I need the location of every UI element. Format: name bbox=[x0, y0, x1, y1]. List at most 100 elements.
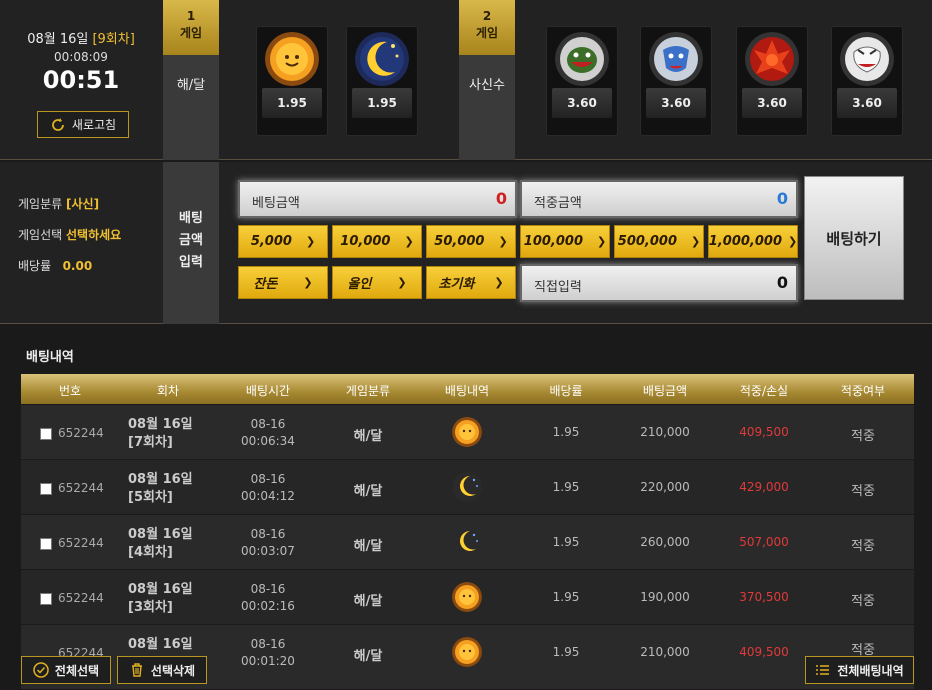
chip-label: 잔돈 bbox=[253, 277, 278, 292]
row-result: 409,500 bbox=[739, 425, 789, 439]
select-all-button[interactable]: 전체선택 bbox=[21, 656, 111, 684]
chip-1000000[interactable]: 1,000,000 ❯ bbox=[708, 225, 798, 258]
row-checkbox[interactable] bbox=[40, 428, 52, 440]
bet-input-column: 배팅 금액 입력 bbox=[163, 162, 219, 324]
row-round: 08월 16일 [5회차] bbox=[128, 471, 193, 507]
delete-selected-label: 선택삭제 bbox=[150, 663, 196, 678]
row-category: 해/달 bbox=[353, 429, 383, 444]
bet-input-label: 배팅 금액 입력 bbox=[163, 208, 219, 274]
game-header: 08월 16일 [9회차] 00:08:09 00:51 새로고침 1 게임 해/… bbox=[0, 0, 932, 160]
row-odds: 1.95 bbox=[552, 590, 580, 604]
all-in-button[interactable]: 올인 ❯ bbox=[332, 266, 422, 299]
chip-5000[interactable]: 5,000 ❯ bbox=[238, 225, 328, 258]
moon-icon bbox=[452, 527, 482, 557]
row-round-no: [3회차] bbox=[128, 600, 173, 615]
chevron-right-icon: ❯ bbox=[494, 276, 504, 289]
chip-label: 100,000 bbox=[523, 234, 583, 249]
col-bet-time: 배팅시간 bbox=[245, 384, 291, 398]
win-amount-value: 0 bbox=[776, 189, 788, 208]
direct-input-value: 0 bbox=[776, 273, 788, 292]
row-checkbox[interactable] bbox=[40, 593, 52, 605]
row-odds: 1.95 bbox=[552, 425, 580, 439]
selection-label: 게임선택 bbox=[18, 228, 63, 242]
chevron-right-icon: ❯ bbox=[498, 235, 508, 248]
red-phoenix-icon bbox=[745, 32, 799, 86]
game-1-title: 게임 bbox=[179, 26, 203, 40]
chip-100000[interactable]: 100,000 ❯ bbox=[520, 225, 610, 258]
bet-card-white-tiger[interactable]: 3.60 bbox=[831, 26, 903, 136]
chip-500000[interactable]: 500,000 ❯ bbox=[614, 225, 704, 258]
game-2-header: 2 게임 bbox=[459, 0, 515, 55]
row-date: 08월 16일 bbox=[128, 527, 193, 542]
chip-label: 5,000 bbox=[250, 234, 292, 249]
game-1-label: 해/달 bbox=[176, 78, 206, 93]
select-all-label: 전체선택 bbox=[54, 663, 100, 678]
all-history-button[interactable]: 전체배팅내역 bbox=[805, 656, 914, 684]
row-time: 00:04:12 bbox=[241, 489, 295, 503]
direct-input-field[interactable]: 직접입력 0 bbox=[520, 264, 798, 302]
col-odds: 배당률 bbox=[549, 384, 583, 398]
chip-label: 1,000,000 bbox=[708, 234, 782, 249]
row-result: 507,000 bbox=[739, 535, 789, 549]
chip-label: 초기화 bbox=[438, 277, 475, 292]
table-row: 652244 08월 16일 [3회차] 08-16 00:02:16 해/달 1.… bbox=[21, 570, 914, 625]
sun-icon bbox=[452, 637, 482, 667]
row-checkbox[interactable] bbox=[40, 538, 52, 550]
row-date: 08월 16일 bbox=[128, 417, 193, 432]
row-result: 370,500 bbox=[739, 590, 789, 604]
bet-card-turtle[interactable]: 3.60 bbox=[546, 26, 618, 136]
chevron-right-icon: ❯ bbox=[305, 235, 316, 248]
row-day: 08-16 bbox=[250, 472, 286, 486]
moon-icon bbox=[452, 472, 482, 502]
row-round-no: [5회차] bbox=[128, 490, 173, 505]
selection-row: 게임선택 선택하세요 bbox=[18, 226, 121, 243]
change-button[interactable]: 잔돈 ❯ bbox=[238, 266, 328, 299]
check-circle-icon bbox=[33, 662, 49, 678]
bet-amount-field: 베팅금액 0 bbox=[238, 180, 517, 218]
row-status: 적중 bbox=[851, 484, 875, 499]
bet-card-blue-dragon[interactable]: 3.60 bbox=[640, 26, 712, 136]
row-round: 08월 16일 bbox=[128, 636, 193, 654]
row-time: 00:01:20 bbox=[241, 654, 295, 668]
bet-card-moon[interactable]: 1.95 bbox=[346, 26, 418, 136]
row-category: 해/달 bbox=[353, 484, 383, 499]
row-result: 429,000 bbox=[739, 480, 789, 494]
chip-10000[interactable]: 10,000 ❯ bbox=[332, 225, 422, 258]
round-clock: 08월 16일 [9회차] 00:08:09 00:51 새로고침 bbox=[0, 0, 162, 160]
table-row: 652244 08월 16일 [4회차] 08-16 00:03:07 해/달 1.… bbox=[21, 515, 914, 570]
row-time: 00:02:16 bbox=[241, 599, 295, 613]
row-result: 409,500 bbox=[739, 645, 789, 659]
bet-card-sun[interactable]: 1.95 bbox=[256, 26, 328, 136]
place-bet-button[interactable]: 배팅하기 bbox=[804, 176, 904, 300]
sun-icon bbox=[265, 32, 319, 86]
white-tiger-icon bbox=[840, 32, 894, 86]
bet-input-label-3: 입력 bbox=[179, 255, 203, 270]
row-number: 652244 bbox=[58, 536, 104, 550]
odds-value: 3.60 bbox=[567, 96, 597, 110]
bet-card-red-phoenix[interactable]: 3.60 bbox=[736, 26, 808, 136]
refresh-button[interactable]: 새로고침 bbox=[37, 111, 129, 138]
chip-50000[interactable]: 50,000 ❯ bbox=[426, 225, 516, 258]
refresh-label: 새로고침 bbox=[71, 118, 117, 132]
game-1-number: 1 bbox=[186, 9, 196, 23]
row-time: 00:06:34 bbox=[241, 434, 295, 448]
reset-button[interactable]: 초기화 ❯ bbox=[426, 266, 516, 299]
row-checkbox[interactable] bbox=[40, 483, 52, 495]
odds-value: 1.95 bbox=[367, 96, 397, 110]
row-status: 적중 bbox=[851, 429, 875, 444]
current-time: 00:08:09 bbox=[54, 50, 108, 64]
row-day: 08-16 bbox=[250, 417, 286, 431]
countdown: 00:51 bbox=[42, 66, 120, 94]
delete-selected-button[interactable]: 선택삭제 bbox=[117, 656, 207, 684]
col-status: 적중여부 bbox=[840, 384, 886, 398]
chevron-right-icon: ❯ bbox=[788, 235, 798, 248]
row-category: 해/달 bbox=[353, 649, 383, 664]
odds-value: 3.60 bbox=[661, 96, 691, 110]
game-2-label: 사신수 bbox=[469, 78, 505, 93]
history-table-header: 번호 회차 배팅시간 게임분류 배팅내역 배당률 배팅금액 적중/손실 적중여부 bbox=[21, 374, 914, 404]
row-amount: 260,000 bbox=[640, 535, 690, 549]
row-number: 652244 bbox=[58, 426, 104, 440]
bet-input-label-1: 배팅 bbox=[179, 211, 203, 226]
odds-value: 3.60 bbox=[757, 96, 787, 110]
moon-icon bbox=[355, 32, 409, 86]
